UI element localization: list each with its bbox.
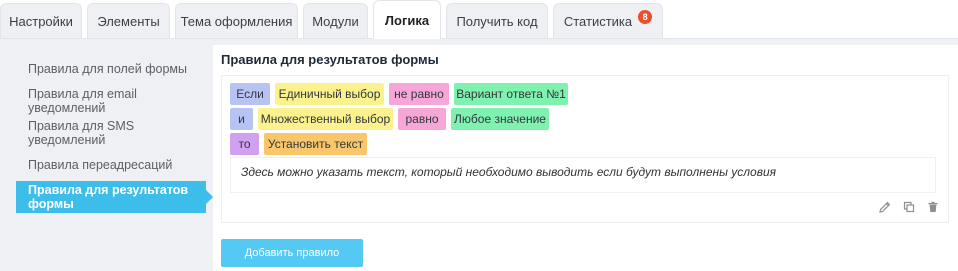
add-rule-button[interactable]: Добавить правило xyxy=(221,239,363,267)
sidebar-item-sms-rules[interactable]: Правила для SMS уведомлений xyxy=(16,117,206,149)
sidebar-item-label: Правила для email уведомлений xyxy=(28,87,137,115)
tab-elements[interactable]: Элементы xyxy=(87,3,170,38)
sidebar: Правила для полей формы Правила для emai… xyxy=(10,45,213,271)
copy-icon[interactable] xyxy=(902,200,916,214)
tab-label: Модули xyxy=(312,13,359,29)
tab-theme[interactable]: Тема оформления xyxy=(175,3,298,38)
sidebar-item-redirect-rules[interactable]: Правила переадресаций xyxy=(16,149,206,181)
tab-bar: Настройки Элементы Тема оформления Модул… xyxy=(0,0,958,39)
sidebar-item-result-rules[interactable]: Правила для результатов формы xyxy=(16,181,213,213)
then-chip[interactable]: то xyxy=(230,133,259,155)
trash-icon[interactable] xyxy=(926,200,940,214)
tab-get-code[interactable]: Получить код xyxy=(446,3,548,38)
condition-and-chip[interactable]: и xyxy=(230,108,253,130)
result-text-field[interactable]: Здесь можно указать текст, который необх… xyxy=(230,157,936,193)
pencil-icon[interactable] xyxy=(878,200,892,214)
tab-logic[interactable]: Логика xyxy=(373,0,441,39)
rule-card: Если Единичный выбор не равно Вариант от… xyxy=(221,75,949,223)
tab-label: Настройки xyxy=(9,13,73,29)
tab-settings[interactable]: Настройки xyxy=(0,3,82,38)
condition-if-chip[interactable]: Если xyxy=(230,83,270,105)
sidebar-item-label: Правила для SMS уведомлений xyxy=(28,119,135,147)
field-select-chip[interactable]: Единичный выбор xyxy=(275,83,384,105)
sidebar-item-label: Правила для полей формы xyxy=(28,62,187,76)
sidebar-item-email-rules[interactable]: Правила для email уведомлений xyxy=(16,85,206,117)
tab-label: Логика xyxy=(384,12,430,28)
action-select-chip[interactable]: Установить текст xyxy=(264,133,367,155)
sidebar-item-label: Правила переадресаций xyxy=(28,158,173,172)
sidebar-item-field-rules[interactable]: Правила для полей формы xyxy=(16,53,206,85)
tab-statistics[interactable]: Статистика 8 xyxy=(553,3,663,38)
sidebar-item-label: Правила для результатов формы xyxy=(28,183,189,211)
operator-select-chip[interactable]: равно xyxy=(398,108,446,130)
value-select-chip[interactable]: Любое значение xyxy=(451,108,549,130)
tab-label: Получить код xyxy=(456,13,538,29)
notification-badge: 8 xyxy=(638,10,653,24)
operator-select-chip[interactable]: не равно xyxy=(389,83,449,105)
tab-label: Тема оформления xyxy=(180,13,293,29)
tab-label: Элементы xyxy=(97,13,160,29)
value-select-chip[interactable]: Вариант ответа №1 xyxy=(454,83,568,105)
tab-label: Статистика xyxy=(563,13,633,29)
field-select-chip[interactable]: Множественный выбор xyxy=(258,108,393,130)
rule-actions xyxy=(878,200,940,214)
tab-modules[interactable]: Модули xyxy=(303,3,368,38)
content-area: Правила для результатов формы Если Едини… xyxy=(213,45,958,271)
page-title: Правила для результатов формы xyxy=(221,52,439,67)
